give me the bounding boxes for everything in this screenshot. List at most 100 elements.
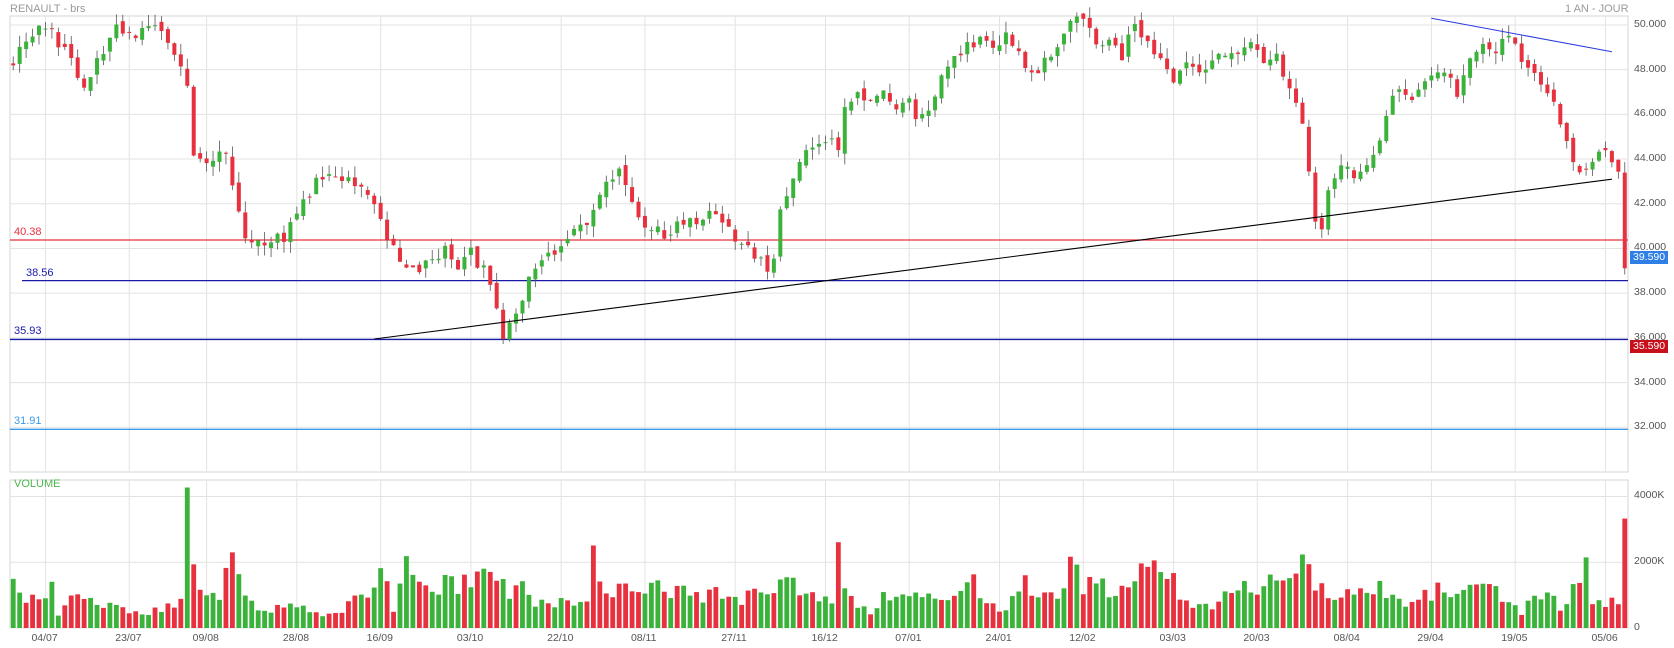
- candle-body: [1081, 13, 1086, 19]
- x-tick-label: 19/05: [1501, 632, 1528, 644]
- candle-body: [443, 245, 448, 259]
- volume-bar: [1622, 518, 1628, 628]
- volume-bar: [1184, 600, 1189, 628]
- volume-bar: [565, 600, 571, 628]
- candle-body: [707, 210, 712, 219]
- candle-body: [1545, 84, 1550, 94]
- candle-body: [49, 28, 54, 30]
- volume-bar: [636, 592, 641, 628]
- chart-period: 1 AN - JOUR: [1565, 3, 1629, 15]
- candle-body: [784, 196, 789, 209]
- volume-bar: [1403, 606, 1409, 628]
- candle-body: [1074, 16, 1079, 23]
- candle-body: [1061, 33, 1066, 45]
- candle-body: [604, 181, 609, 198]
- volume-bar: [1538, 599, 1544, 628]
- candle-body: [1332, 178, 1337, 189]
- volume-bar: [648, 582, 654, 628]
- candle-body: [178, 54, 183, 67]
- y-tick-label: 46.000: [1634, 107, 1667, 120]
- candle-body: [546, 252, 551, 257]
- volume-bar: [371, 587, 377, 628]
- candle-body: [1261, 46, 1266, 64]
- volume-bar: [1364, 592, 1370, 628]
- volume-bar: [36, 599, 42, 628]
- volume-bar: [455, 593, 461, 628]
- volume-bar: [384, 581, 390, 628]
- candle-body: [236, 182, 241, 212]
- candle-body: [965, 41, 970, 55]
- volume-bar: [526, 594, 532, 628]
- volume-bar: [268, 612, 274, 628]
- candle-body: [294, 213, 299, 220]
- candle-body: [971, 42, 976, 48]
- candle-body: [1255, 44, 1260, 50]
- volume-y-tick-label: 2000K: [1634, 555, 1665, 568]
- candle-body: [1087, 17, 1092, 28]
- candle-body: [1229, 53, 1234, 60]
- candle-body: [1577, 165, 1582, 173]
- volume-bar: [1074, 564, 1080, 628]
- grid: [9, 15, 1629, 629]
- candle-body: [314, 177, 319, 195]
- candle-body: [385, 219, 390, 240]
- volume-bar: [1377, 580, 1383, 628]
- volume-bar: [113, 604, 119, 628]
- candle-body: [404, 264, 409, 268]
- candle-body: [1023, 51, 1028, 69]
- candle-body: [69, 43, 74, 59]
- volume-bar: [848, 595, 854, 628]
- candle-body: [842, 107, 847, 154]
- volume-bar: [1383, 598, 1389, 628]
- volume-bar: [1577, 582, 1583, 628]
- volume-bar: [1087, 577, 1093, 628]
- candle-body: [1564, 122, 1569, 142]
- volume-bar: [146, 615, 152, 628]
- volume-bar: [771, 593, 777, 628]
- candle-body: [1500, 38, 1505, 55]
- volume-bar: [178, 598, 184, 628]
- volume-bar: [545, 603, 551, 628]
- candle-body: [572, 228, 577, 236]
- volume-bar: [1499, 601, 1505, 628]
- volume-bar: [346, 601, 351, 628]
- candle-body: [849, 101, 854, 111]
- candle-body: [1596, 151, 1601, 161]
- volume-bar: [1055, 598, 1060, 628]
- candle-body: [269, 242, 274, 249]
- candle-body: [887, 93, 892, 102]
- volume-bar: [1480, 583, 1486, 628]
- volume-bar: [1035, 597, 1041, 628]
- candle-body: [1371, 154, 1376, 168]
- candle-body: [991, 40, 996, 48]
- candle-body: [1171, 68, 1176, 83]
- candle-body: [95, 58, 100, 75]
- volume-bar: [906, 596, 912, 628]
- x-tick-label: 08/11: [630, 632, 657, 644]
- x-tick-label: 16/12: [811, 632, 838, 644]
- candle-body: [159, 21, 164, 32]
- volume-bar: [210, 592, 216, 628]
- candle-body: [700, 219, 705, 226]
- candle-body: [1538, 72, 1543, 85]
- price-tag: 35.590: [1630, 340, 1669, 354]
- candle-body: [1609, 151, 1614, 163]
- candle-body: [17, 46, 22, 64]
- volume-bar: [1126, 587, 1131, 628]
- candle-body: [565, 238, 570, 244]
- candle-body: [939, 75, 944, 99]
- candle-body: [1429, 75, 1434, 81]
- volume-bar: [249, 600, 255, 628]
- volume-bar: [75, 594, 81, 628]
- candle-body: [552, 250, 557, 255]
- candle-body: [327, 174, 332, 176]
- volume-bar: [1332, 599, 1338, 628]
- x-tick-label: 16/09: [366, 632, 393, 644]
- volume-bar: [1351, 594, 1357, 628]
- candle-body: [539, 260, 544, 267]
- candle-body: [37, 25, 42, 36]
- candle-body: [984, 36, 989, 41]
- volume-bar: [120, 607, 126, 628]
- volume-bar: [520, 581, 525, 628]
- volume-bar: [275, 604, 280, 628]
